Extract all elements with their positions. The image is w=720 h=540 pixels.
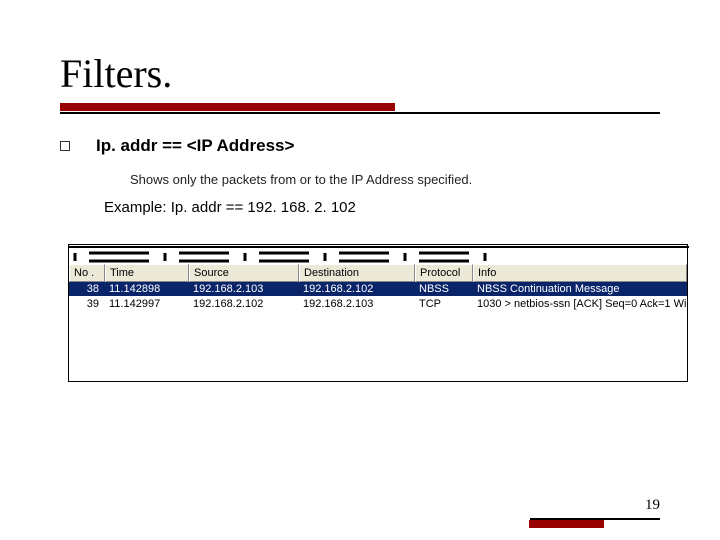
bullet-item: Ip. addr == <IP Address> bbox=[60, 136, 660, 156]
cell-time: 11.142898 bbox=[105, 282, 189, 297]
filter-syntax-heading: Ip. addr == <IP Address> bbox=[96, 136, 294, 156]
col-dest[interactable]: Destination bbox=[299, 264, 415, 282]
table-row[interactable]: 39 11.142997 192.168.2.102 192.168.2.103… bbox=[69, 297, 687, 312]
filter-description: Shows only the packets from or to the IP… bbox=[130, 172, 660, 187]
slide-title: Filters. bbox=[60, 50, 660, 97]
toolbar-fragment bbox=[69, 245, 687, 264]
cell-src: 192.168.2.102 bbox=[189, 297, 299, 312]
cell-dst: 192.168.2.103 bbox=[299, 297, 415, 312]
col-no[interactable]: No . bbox=[69, 264, 105, 282]
empty-table-area bbox=[69, 312, 687, 382]
cell-proto: TCP bbox=[415, 297, 473, 312]
cell-src: 192.168.2.103 bbox=[189, 282, 299, 297]
slide-body: Filters. Ip. addr == <IP Address> Shows … bbox=[0, 0, 720, 402]
title-divider bbox=[60, 103, 660, 114]
page-number: 19 bbox=[645, 497, 660, 514]
col-protocol[interactable]: Protocol bbox=[415, 264, 473, 282]
table-row[interactable]: 38 11.142898 192.168.2.103 192.168.2.102… bbox=[69, 282, 687, 297]
filter-example: Example: Ip. addr == 192. 168. 2. 102 bbox=[104, 199, 660, 216]
cell-dst: 192.168.2.102 bbox=[299, 282, 415, 297]
col-time[interactable]: Time bbox=[105, 264, 189, 282]
cell-info: 1030 > netbios-ssn [ACK] Seq=0 Ack=1 Win… bbox=[473, 297, 687, 312]
packet-table: No . Time Source Destination Protocol In… bbox=[69, 264, 687, 282]
cell-info: NBSS Continuation Message bbox=[473, 282, 687, 297]
col-source[interactable]: Source bbox=[189, 264, 299, 282]
cell-no: 38 bbox=[69, 282, 105, 297]
cell-time: 11.142997 bbox=[105, 297, 189, 312]
square-bullet-icon bbox=[60, 141, 70, 151]
cell-proto: NBSS bbox=[415, 282, 473, 297]
cell-no: 39 bbox=[69, 297, 105, 312]
packet-capture-screenshot: No . Time Source Destination Protocol In… bbox=[68, 244, 688, 382]
col-info[interactable]: Info bbox=[473, 264, 687, 282]
footer-divider-thick bbox=[529, 520, 604, 528]
